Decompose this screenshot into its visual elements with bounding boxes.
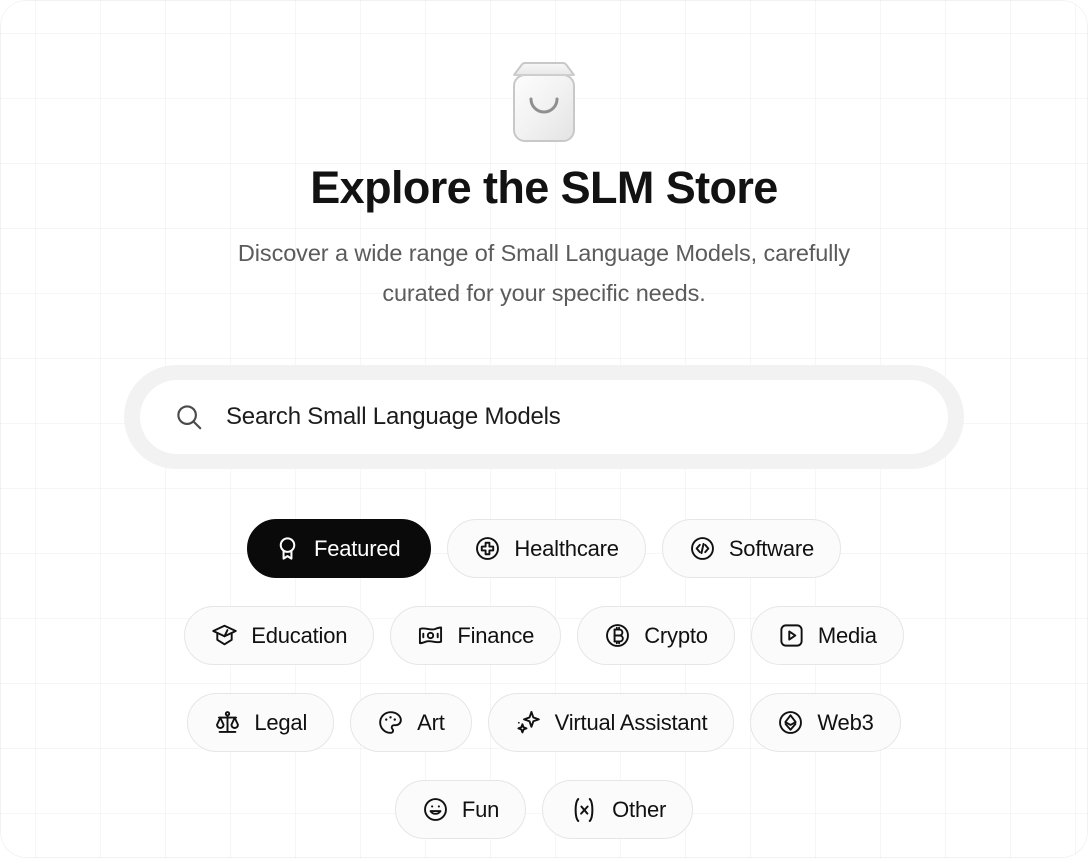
category-chip-label: Healthcare [514,535,619,561]
page-title: Explore the SLM Store [310,162,778,213]
category-chip-education[interactable]: Education [184,606,375,666]
smiley-face-icon [422,796,449,823]
category-chip-label: Art [417,709,445,735]
slm-store-page: Explore the SLM Store Discover a wide ra… [0,0,1088,858]
ethereum-icon [777,709,804,736]
category-chip-finance[interactable]: Finance [390,606,562,666]
category-chip-label: Software [728,535,815,561]
search-bar[interactable] [140,380,948,455]
category-chip-legal[interactable]: Legal [187,693,335,753]
category-chip-media[interactable]: Media [750,606,904,666]
play-square-icon [778,622,805,649]
bitcoin-icon [604,622,631,649]
banknote-icon [417,622,444,649]
category-chip-label: Education [251,622,348,648]
search-input[interactable] [226,403,914,432]
category-chip-featured[interactable]: Featured [246,519,432,579]
category-chip-healthcare[interactable]: Healthcare [447,519,646,579]
category-chip-software[interactable]: Software [661,519,842,579]
palette-icon [377,709,404,736]
graduation-cap-icon [211,622,238,649]
category-chip-label: Other [612,796,667,822]
category-chip-label: Finance [457,622,535,648]
medical-cross-icon [474,535,501,562]
code-brackets-icon [689,535,716,562]
category-chip-crypto[interactable]: Crypto [577,606,735,666]
sparkles-icon [515,709,542,736]
category-chip-label: Featured [313,535,401,561]
shopping-bag-smile-icon [508,59,580,145]
category-chip-label: Crypto [644,622,708,648]
category-chip-label: Virtual Assistant [554,709,708,735]
search-halo [124,365,964,470]
category-chip-virtual-assistant[interactable]: Virtual Assistant [487,693,735,753]
store-logo [502,56,586,148]
store-content: Explore the SLM Store Discover a wide ra… [0,0,1088,840]
category-chip-other[interactable]: Other [542,780,694,840]
award-ribbon-icon [274,535,301,562]
category-chip-label: Web3 [817,709,874,735]
scales-icon [214,709,241,736]
category-chip-label: Fun [461,796,500,822]
category-chip-web3[interactable]: Web3 [750,693,901,753]
search-icon [174,402,204,432]
category-chip-label: Legal [254,709,308,735]
category-chip-art[interactable]: Art [350,693,472,753]
math-function-x-icon [569,795,599,825]
category-filter-list: Featured Healthcare Software Education F… [144,519,944,840]
category-chip-fun[interactable]: Fun [394,780,527,840]
page-subtitle: Discover a wide range of Small Language … [237,240,851,307]
category-chip-label: Media [817,622,877,648]
